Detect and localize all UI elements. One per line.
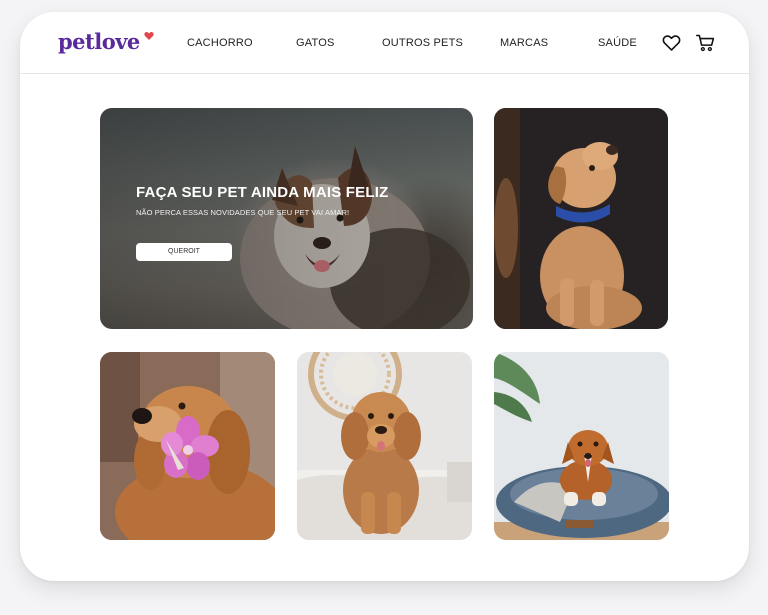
hero-banner[interactable]: FAÇA SEU PET AINDA MAIS FELIZ NÃO PERCA … <box>100 108 473 329</box>
nav-item-outros-pets[interactable]: OUTROS PETS <box>382 37 463 49</box>
photo-labrador-puppy[interactable] <box>494 108 668 329</box>
logo-heart-icon <box>144 31 154 40</box>
hero-cta-button[interactable]: QUEROIT <box>136 243 232 261</box>
dog-in-bed-image <box>494 352 669 540</box>
labrador-puppy-image <box>494 108 668 329</box>
golden-retriever-image <box>100 352 275 540</box>
photo-golden-retriever[interactable] <box>100 352 275 540</box>
petlove-logo[interactable]: petlove <box>58 29 140 54</box>
photo-dog-in-bed[interactable] <box>494 352 669 540</box>
nav-item-saude[interactable]: SAÚDE <box>598 37 637 49</box>
hero-subtitle: NÃO PERCA ESSAS NOVIDADES QUE SEU PET VA… <box>136 208 350 217</box>
nav-item-marcas[interactable]: MARCAS <box>500 37 548 49</box>
nav-item-gatos[interactable]: GATOS <box>296 37 335 49</box>
heart-icon[interactable] <box>661 32 682 53</box>
hero-title: FAÇA SEU PET AINDA MAIS FELIZ <box>136 184 389 201</box>
cart-icon[interactable] <box>695 32 716 53</box>
photo-goldendoodle[interactable] <box>297 352 472 540</box>
nav-item-cachorro[interactable]: CACHORRO <box>187 37 253 49</box>
browser-window: petlove CACHORRO GATOS OUTROS PETS MARCA… <box>20 12 749 581</box>
top-navbar: petlove CACHORRO GATOS OUTROS PETS MARCA… <box>20 12 749 74</box>
goldendoodle-image <box>297 352 472 540</box>
